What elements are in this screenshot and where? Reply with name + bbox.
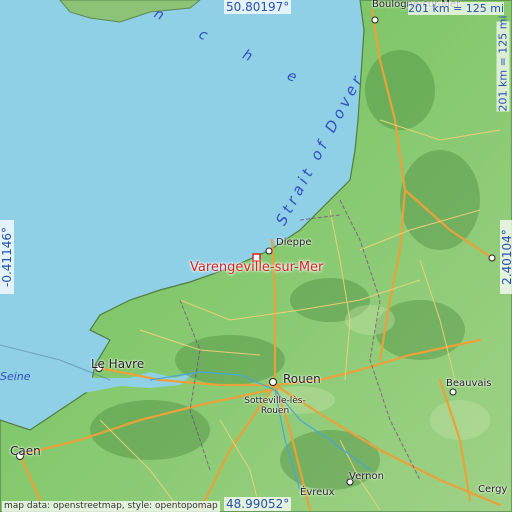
place-cergy[interactable]: Cergy bbox=[478, 484, 507, 495]
scale-bar-horizontal: 201 km = 125 mi bbox=[408, 2, 505, 15]
coord-south: 48.99052° bbox=[224, 497, 292, 511]
map-terrain bbox=[0, 0, 512, 512]
place-caen[interactable]: Caen bbox=[10, 444, 41, 458]
place-sotteville[interactable]: Sotteville-lès-Rouen bbox=[240, 396, 310, 416]
attribution-credit: map data: openstreetmap, style: opentopo… bbox=[2, 501, 220, 512]
map-canvas[interactable]: M a n c h e Strait of Dover Seine Boulog… bbox=[0, 0, 512, 512]
place-le-havre[interactable]: Le Havre bbox=[91, 357, 144, 371]
sea-label-seine: Seine bbox=[0, 370, 31, 383]
place-dieppe[interactable]: Dieppe bbox=[276, 237, 311, 248]
place-rouen[interactable]: Rouen bbox=[283, 372, 321, 386]
coord-east: 2.40104° bbox=[500, 220, 512, 294]
coord-north: 50.80197° bbox=[224, 0, 292, 14]
coord-west: -0.41146° bbox=[0, 220, 14, 294]
place-evreux[interactable]: Évreux bbox=[300, 487, 335, 498]
place-vernon[interactable]: Vernon bbox=[349, 471, 384, 482]
place-beauvais[interactable]: Beauvais bbox=[446, 378, 492, 389]
highlighted-place-label[interactable]: Varengeville-sur-Mer bbox=[190, 260, 323, 275]
scale-bar-vertical: 201 km = 125 mi bbox=[496, 15, 510, 112]
